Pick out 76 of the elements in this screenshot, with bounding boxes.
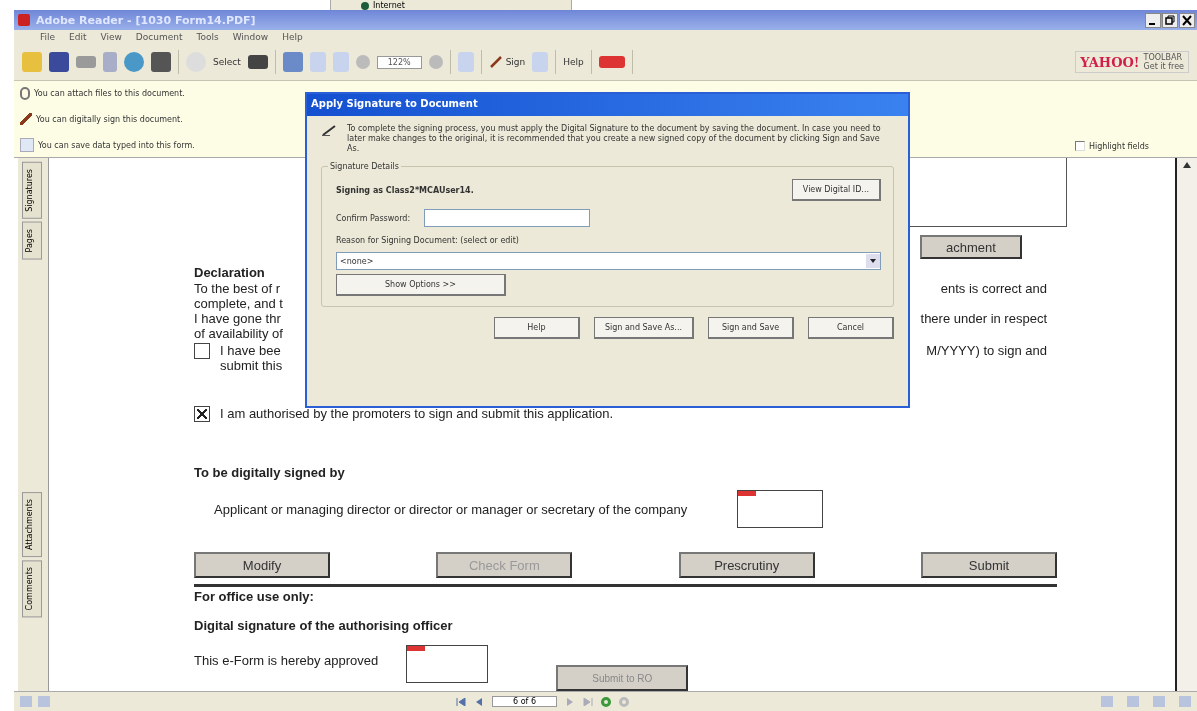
declaration-text: To the best of r bbox=[194, 281, 280, 296]
signature-field[interactable] bbox=[406, 645, 489, 683]
group-label: Signature Details bbox=[329, 162, 400, 171]
side-tab[interactable]: Pages bbox=[22, 221, 42, 260]
menu-item[interactable]: View bbox=[100, 32, 122, 42]
menu-item[interactable]: Tools bbox=[196, 32, 219, 42]
signer-text: Applicant or managing director or director or manager or secretary of the company bbox=[214, 501, 688, 517]
menu-item[interactable]: Window bbox=[232, 32, 269, 42]
side-tab[interactable]: Attachments bbox=[22, 492, 42, 558]
menu-item[interactable]: File bbox=[40, 32, 56, 42]
menu-item[interactable]: Edit bbox=[69, 32, 87, 42]
password-field[interactable] bbox=[424, 209, 591, 227]
instructions-text: To complete the signing process, you must apply the Digital Signature to the document by saving the document. In case you need to later make changes to the original, it is recommended that you create a new signed copy of the document by clicking Sign and Save As. bbox=[347, 124, 882, 154]
declaration-text: complete, and t bbox=[194, 296, 283, 311]
last-page-button[interactable] bbox=[583, 697, 593, 706]
signature-field[interactable] bbox=[737, 490, 824, 528]
checkbox-label: M/YYYY) to sign and bbox=[926, 343, 1047, 358]
checkbox-label: submit this bbox=[220, 358, 284, 373]
close-button[interactable] bbox=[1179, 12, 1195, 28]
signer-name: Signing as Class2*MCAUser14. bbox=[336, 185, 474, 195]
checkbox-label: I am authorised by the promoters to sign and submit this application. bbox=[220, 406, 614, 421]
document-icon bbox=[20, 138, 34, 152]
scroll-up-arrow-icon[interactable] bbox=[1183, 162, 1191, 168]
dialog-button[interactable]: Cancel bbox=[808, 317, 894, 339]
window-title: Adobe Reader - [1030 Form14.PDF] bbox=[36, 13, 257, 27]
show-options-button[interactable]: Show Options >> bbox=[336, 274, 506, 296]
scrollbar[interactable] bbox=[1177, 158, 1197, 691]
globe-icon[interactable] bbox=[124, 52, 144, 72]
zone-label: Internet bbox=[373, 1, 405, 10]
minimize-button[interactable] bbox=[1145, 12, 1161, 28]
field-label: Confirm Password: bbox=[336, 213, 411, 223]
dialog-button[interactable]: Help bbox=[493, 317, 580, 339]
message-text: You can digitally sign this document. bbox=[36, 114, 183, 124]
declaration-text: there under in respect bbox=[920, 311, 1047, 326]
section-heading: Digital signature of the authorising officer bbox=[194, 618, 454, 633]
checkbox[interactable] bbox=[194, 343, 210, 359]
declaration-text: I have gone thr bbox=[194, 311, 281, 326]
app-icon bbox=[18, 14, 30, 26]
declaration-text: ents is correct and bbox=[940, 281, 1047, 296]
attachment-button[interactable]: achment bbox=[920, 235, 1022, 259]
dialog-button[interactable]: Sign and Save bbox=[708, 317, 794, 339]
checkbox[interactable] bbox=[194, 406, 210, 422]
dialog-title: Apply Signature to Document bbox=[307, 94, 908, 116]
form-button[interactable]: Prescrutiny bbox=[678, 552, 815, 578]
dialog-button[interactable]: Sign and Save As... bbox=[593, 317, 694, 339]
approval-text: This e-Form is hereby approved bbox=[194, 653, 379, 668]
form-button[interactable]: Modify bbox=[194, 552, 330, 578]
checkbox-label: I have bee bbox=[220, 343, 281, 358]
menu-item[interactable]: Help bbox=[282, 32, 303, 42]
next-page-button[interactable] bbox=[565, 697, 575, 706]
first-page-button[interactable] bbox=[456, 697, 466, 706]
restore-button[interactable] bbox=[1162, 12, 1178, 28]
message-text: You can save data typed into this form. bbox=[38, 140, 195, 150]
zoom-field[interactable]: 122% bbox=[376, 55, 422, 69]
globe-icon bbox=[361, 2, 369, 10]
help-button[interactable]: Help bbox=[563, 57, 584, 67]
pen-icon bbox=[321, 124, 337, 136]
pen-icon[interactable] bbox=[488, 55, 503, 69]
previous-page-button[interactable] bbox=[474, 697, 484, 706]
form-button[interactable]: Submit bbox=[921, 552, 1057, 578]
side-tab[interactable]: Comments bbox=[22, 560, 42, 618]
menu-item[interactable]: Document bbox=[135, 32, 183, 42]
highlight-fields-checkbox[interactable]: Highlight fields bbox=[1074, 141, 1149, 151]
sign-button[interactable]: Sign bbox=[505, 57, 526, 67]
section-heading: To be digitally signed by bbox=[194, 465, 346, 480]
select-button[interactable]: Select bbox=[213, 57, 241, 67]
section-heading: For office use only: bbox=[194, 589, 315, 604]
view-digital-id-button[interactable]: View Digital ID... bbox=[791, 179, 881, 201]
message-text: You can attach files to this document. bbox=[34, 88, 185, 98]
declaration-text: of availability of bbox=[194, 326, 283, 341]
page-number-field[interactable]: 6 of 6 bbox=[492, 696, 557, 707]
side-tab[interactable]: Signatures bbox=[22, 162, 42, 219]
pen-icon bbox=[20, 113, 32, 125]
section-heading: Declaration bbox=[194, 265, 266, 281]
reason-dropdown[interactable]: <none> bbox=[336, 252, 881, 270]
field-label: Reason for Signing Document: (select or edit) bbox=[336, 236, 520, 245]
